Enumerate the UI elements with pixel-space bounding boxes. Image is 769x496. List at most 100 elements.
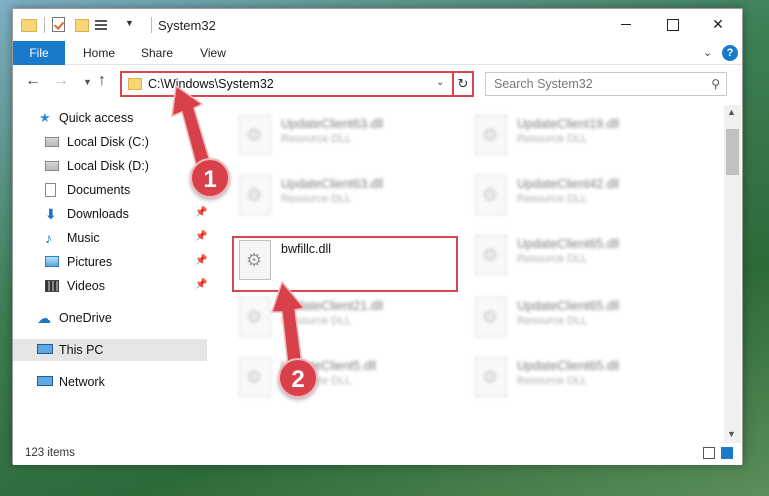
item-count: 123 items [25, 447, 75, 459]
list-item[interactable]: UpdateClient42.dll Resource DLL [469, 171, 689, 223]
file-name: UpdateClient65.dll [517, 237, 620, 251]
tab-home[interactable]: Home [75, 41, 123, 65]
folder-icon [21, 19, 37, 32]
sidebar-item-documents[interactable]: Documents [13, 179, 207, 201]
dll-file-icon [475, 235, 507, 275]
sidebar-item-network[interactable]: Network [13, 371, 207, 393]
vertical-scrollbar[interactable]: ▲ ▼ [724, 105, 741, 443]
search-box[interactable]: Search System32 ⚲ [485, 72, 727, 96]
back-arrow-icon[interactable]: ← [25, 72, 41, 90]
list-item[interactable]: UpdateClient65.dll Resource DLL [469, 231, 689, 283]
navigation-pane: ★ Quick access Local Disk (C:) Local Dis… [13, 105, 209, 443]
refresh-icon[interactable]: ↻ [452, 73, 472, 95]
ribbon-tabs: File Home Share View ⌄ ? [13, 41, 742, 65]
list-item[interactable]: UpdateClient19.dll Resource DLL [469, 111, 689, 163]
sidebar-item-local-disk-c[interactable]: Local Disk (C:) [13, 131, 207, 153]
pictures-icon [45, 256, 59, 267]
sidebar-item-quick-access[interactable]: ★ Quick access [13, 107, 207, 129]
sidebar-item-label: Downloads [67, 207, 129, 221]
file-description: Resource DLL [281, 133, 352, 145]
music-icon: ♪ [45, 230, 52, 246]
pin-icon[interactable]: 📌 [195, 279, 207, 290]
up-arrow-icon[interactable]: ↑ [98, 72, 106, 90]
details-view-icon[interactable] [703, 447, 715, 459]
pin-icon[interactable]: 📌 [195, 231, 207, 242]
minimize-button[interactable] [603, 9, 649, 39]
network-icon [37, 376, 53, 386]
scrollbar-thumb[interactable] [726, 129, 739, 175]
sidebar-item-this-pc[interactable]: This PC [13, 339, 207, 361]
list-item[interactable]: UpdateClient65.dll Resource DLL [469, 293, 689, 345]
file-description: Resource DLL [517, 253, 588, 265]
properties-check-icon[interactable] [52, 17, 65, 32]
maximize-button[interactable] [649, 9, 695, 39]
toolbar-separator [44, 17, 45, 33]
search-input[interactable]: Search System32 [494, 77, 593, 91]
sidebar-item-label: Pictures [67, 255, 113, 269]
address-dropdown-chevron-icon[interactable]: ⌄ [436, 77, 444, 88]
scroll-down-icon[interactable]: ▼ [727, 429, 736, 439]
drive-icon [45, 161, 59, 171]
sidebar-item-videos[interactable]: Videos 📌 [13, 275, 207, 297]
status-bar: 123 items [13, 443, 742, 465]
scroll-up-icon[interactable]: ▲ [727, 107, 736, 117]
file-name: UpdateClient65.dll [517, 299, 620, 313]
sidebar-item-label: Videos [67, 279, 105, 293]
step-2-badge: 2 [278, 358, 318, 398]
file-description: Resource DLL [281, 315, 352, 327]
list-item[interactable]: UpdateClient5.dll Resource DLL [233, 353, 453, 405]
file-name: UpdateClient42.dll [517, 177, 620, 191]
large-icons-view-icon[interactable] [721, 447, 733, 459]
pin-icon[interactable]: 📌 [195, 255, 207, 266]
list-item[interactable]: UpdateClient63.dll Resource DLL [233, 111, 453, 163]
recent-locations-chevron-icon[interactable]: ▼ [83, 77, 92, 87]
sidebar-item-onedrive[interactable]: ☁ OneDrive [13, 307, 207, 329]
tab-share[interactable]: Share [133, 41, 181, 65]
address-bar[interactable]: C:\Windows\System32 ⌄ ↻ [120, 71, 474, 97]
dll-file-icon [475, 297, 507, 337]
star-icon: ★ [39, 110, 51, 125]
help-button[interactable]: ? [722, 45, 738, 61]
sidebar-item-local-disk-d[interactable]: Local Disk (D:) [13, 155, 207, 177]
new-folder-icon[interactable] [75, 19, 89, 32]
dll-file-icon [475, 175, 507, 215]
sidebar-item-label: OneDrive [59, 311, 112, 325]
drive-icon [45, 137, 59, 147]
cloud-icon: ☁ [37, 310, 51, 326]
close-button[interactable]: ✕ [695, 9, 741, 39]
sidebar-item-label: Music [67, 231, 100, 245]
list-item[interactable]: UpdateClient65.dll Resource DLL [469, 353, 689, 405]
pin-icon[interactable]: 📌 [195, 207, 207, 218]
title-separator [151, 17, 152, 33]
sidebar-item-music[interactable]: ♪ Music 📌 [13, 227, 207, 249]
list-item[interactable]: UpdateClient63.dll Resource DLL [233, 171, 453, 223]
list-icon[interactable] [95, 18, 111, 32]
forward-arrow-icon[interactable]: → [53, 72, 69, 90]
sidebar-item-downloads[interactable]: ⬇ Downloads 📌 [13, 203, 207, 225]
list-item[interactable]: UpdateClient21.dll Resource DLL [233, 293, 453, 345]
file-description: Resource DLL [517, 193, 588, 205]
dll-file-icon [239, 357, 271, 397]
dll-file-icon [239, 115, 271, 155]
title-bar: ▼ System32 ✕ [13, 9, 742, 41]
folder-icon [128, 78, 142, 90]
file-description: Resource DLL [517, 133, 588, 145]
navigation-bar: ← → ▼ ↑ C:\Windows\System32 ⌄ ↻ Search S… [13, 69, 742, 99]
computer-icon [37, 344, 53, 354]
expand-ribbon-chevron-icon[interactable]: ⌄ [703, 46, 712, 59]
tab-file[interactable]: File [13, 41, 65, 65]
address-path[interactable]: C:\Windows\System32 [148, 77, 274, 91]
file-explorer-window: ▼ System32 ✕ File Home Share View ⌄ ? ← … [12, 8, 743, 465]
tab-view[interactable]: View [191, 41, 235, 65]
file-description: Resource DLL [281, 193, 352, 205]
step-1-badge: 1 [190, 158, 230, 198]
customize-toolbar-chevron-icon[interactable]: ▼ [125, 18, 134, 36]
file-description: Resource DLL [517, 315, 588, 327]
sidebar-item-label: Local Disk (D:) [67, 159, 149, 173]
search-icon[interactable]: ⚲ [711, 77, 720, 91]
sidebar-item-pictures[interactable]: Pictures 📌 [13, 251, 207, 273]
file-name: UpdateClient19.dll [517, 117, 620, 131]
sidebar-item-label: Quick access [59, 111, 134, 125]
window-title: System32 [158, 18, 216, 33]
dll-file-icon [239, 175, 271, 215]
